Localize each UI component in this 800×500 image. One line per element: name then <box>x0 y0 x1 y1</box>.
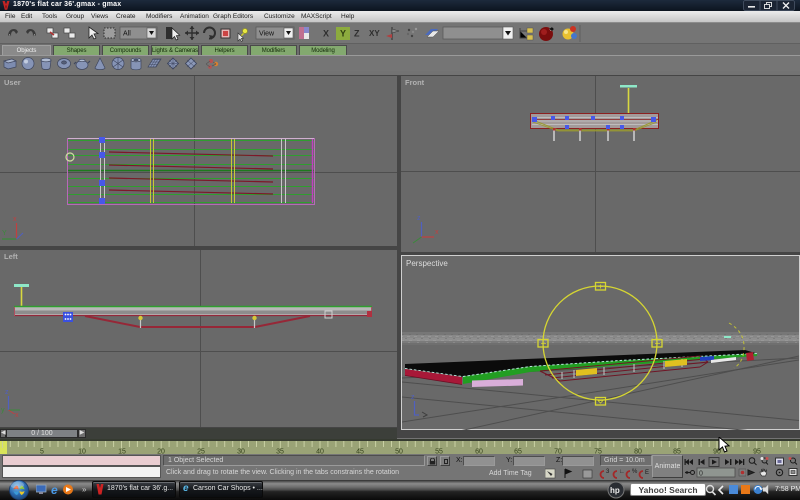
svg-text:y: y <box>1 407 5 414</box>
svg-text:User: User <box>4 78 21 87</box>
svg-text:»: » <box>82 485 87 494</box>
svg-text:All: All <box>123 31 131 38</box>
svg-text:3: 3 <box>606 469 610 475</box>
svg-text:x: x <box>15 412 19 419</box>
svg-text:x: x <box>13 216 17 223</box>
svg-text:Front: Front <box>405 78 425 87</box>
svg-text:%: % <box>632 469 638 475</box>
svg-text:0: 0 <box>699 471 703 478</box>
svg-text:Left: Left <box>4 252 18 261</box>
svg-text:x: x <box>435 229 439 236</box>
svg-text:Y: Y <box>2 230 7 237</box>
svg-text:View: View <box>259 31 275 38</box>
svg-text:Perspective: Perspective <box>406 259 448 268</box>
svg-text:z: z <box>5 389 9 396</box>
svg-text:E: E <box>645 470 649 476</box>
svg-text:z: z <box>417 215 421 222</box>
svg-text:Z: Z <box>354 29 360 39</box>
svg-text:e: e <box>51 483 58 497</box>
svg-text:hp: hp <box>610 486 620 495</box>
svg-text:z: z <box>411 394 415 401</box>
svg-text:∟: ∟ <box>619 469 625 475</box>
svg-text:X: X <box>323 29 329 39</box>
svg-text:Y: Y <box>340 29 346 39</box>
svg-text:XY: XY <box>369 29 380 38</box>
